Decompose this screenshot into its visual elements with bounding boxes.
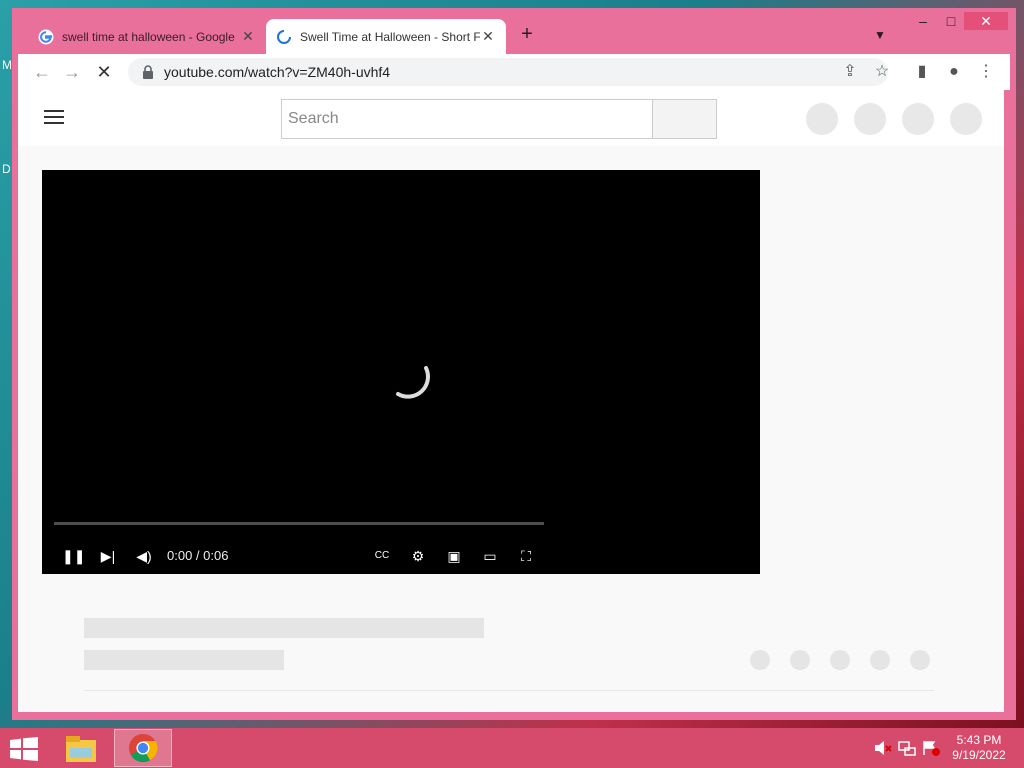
settings-gear-icon[interactable]: ⚙ [408, 546, 428, 566]
placeholder-icon [870, 650, 890, 670]
close-window-button[interactable]: ✕ [964, 12, 1008, 30]
share-icon[interactable]: ⇪ [840, 62, 860, 82]
url-text: youtube.com/watch?v=ZM40h-uvhf4 [164, 64, 391, 80]
placeholder-icon [950, 103, 982, 135]
placeholder-icon [750, 650, 770, 670]
youtube-masthead: Search [18, 90, 1004, 146]
placeholder-icon [806, 103, 838, 135]
video-progress-bar[interactable] [54, 522, 544, 525]
network-icon[interactable] [898, 740, 916, 756]
miniplayer-icon[interactable]: ▣ [444, 546, 464, 566]
taskbar: 5:43 PM 9/19/2022 [0, 728, 1024, 768]
tab-title: Swell Time at Halloween - Short F [300, 29, 480, 44]
theater-mode-icon[interactable]: ▭ [480, 546, 500, 566]
browser-toolbar: ← → ✕ youtube.com/watch?v=ZM40h-uvhf4 ⇪ … [18, 54, 1010, 90]
tab-title: swell time at halloween - Google [62, 29, 235, 44]
volume-icon[interactable]: ◀) [134, 546, 154, 566]
browser-window: swell time at halloween - Google ✕ Swell… [12, 8, 1016, 720]
loading-spinner-icon [396, 366, 430, 399]
desktop-icon-label[interactable]: D [2, 162, 11, 176]
minimize-button[interactable]: – [908, 12, 938, 30]
subtitle-placeholder [84, 650, 284, 670]
placeholder-icon [902, 103, 934, 135]
loading-icon [277, 29, 291, 44]
taskbar-chrome-button[interactable] [114, 729, 172, 767]
search-input[interactable]: Search [281, 99, 653, 139]
desktop-icon-label[interactable]: M [2, 58, 12, 72]
divider [84, 690, 934, 691]
pause-icon[interactable]: ❚❚ [62, 546, 85, 566]
profile-avatar-icon[interactable]: ● [944, 62, 964, 82]
stop-loading-icon[interactable]: ✕ [94, 62, 114, 82]
new-tab-button[interactable]: + [516, 24, 538, 46]
forward-icon[interactable]: → [62, 62, 82, 82]
tab-strip: swell time at halloween - Google ✕ Swell… [12, 8, 1016, 54]
tab-google-search[interactable]: swell time at halloween - Google ✕ [28, 19, 266, 54]
chrome-icon [128, 733, 158, 763]
file-explorer-icon[interactable] [62, 732, 100, 766]
system-clock[interactable]: 5:43 PM 9/19/2022 [944, 733, 1014, 763]
windows-start-icon[interactable] [10, 737, 38, 761]
captions-icon[interactable]: CC [372, 546, 392, 566]
title-placeholder [84, 618, 484, 638]
youtube-page: Search ❚❚ ▶| ◀) 0:00 / 0:06 CC ⚙ ▣ ▭ ⛶ [18, 90, 1004, 712]
address-bar[interactable]: youtube.com/watch?v=ZM40h-uvhf4 [128, 58, 888, 86]
bookmark-star-icon[interactable]: ☆ [872, 62, 892, 82]
clock-time: 5:43 PM [956, 733, 1002, 747]
tab-search-chevron-icon[interactable]: ▼ [874, 28, 886, 42]
close-tab-icon[interactable]: ✕ [480, 28, 496, 45]
close-tab-icon[interactable]: ✕ [240, 28, 256, 45]
hamburger-menu-icon[interactable] [44, 110, 64, 126]
lock-icon[interactable] [142, 65, 154, 79]
side-panel-icon[interactable]: ▮ [912, 62, 932, 82]
tab-youtube-video[interactable]: Swell Time at Halloween - Short F ✕ [266, 19, 506, 54]
action-center-flag-icon[interactable] [922, 740, 940, 756]
maximize-button[interactable]: □ [936, 12, 966, 30]
fullscreen-icon[interactable]: ⛶ [516, 546, 536, 566]
placeholder-icon [854, 103, 886, 135]
video-player[interactable]: ❚❚ ▶| ◀) 0:00 / 0:06 CC ⚙ ▣ ▭ ⛶ [42, 170, 760, 574]
search-button[interactable] [653, 99, 717, 139]
placeholder-icon [910, 650, 930, 670]
clock-date: 9/19/2022 [952, 748, 1006, 762]
back-icon[interactable]: ← [32, 62, 52, 82]
placeholder-icon [790, 650, 810, 670]
google-icon [38, 29, 54, 44]
next-icon[interactable]: ▶| [98, 546, 118, 566]
volume-muted-icon[interactable] [874, 740, 892, 756]
menu-kebab-icon[interactable]: ⋮ [976, 62, 996, 82]
placeholder-icon [830, 650, 850, 670]
video-time: 0:00 / 0:06 [167, 548, 229, 563]
